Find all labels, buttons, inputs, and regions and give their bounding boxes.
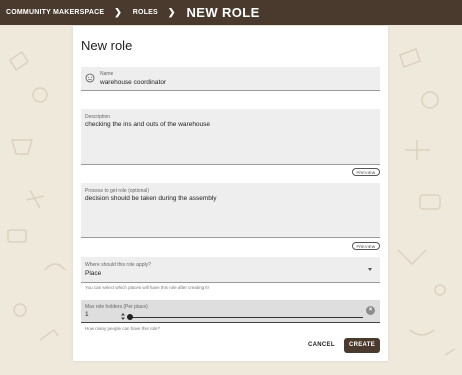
create-button[interactable]: CREATE <box>344 338 380 353</box>
cancel-button[interactable]: CANCEL <box>308 342 335 348</box>
max-holders-helper: How many people can have this role? <box>85 326 161 331</box>
max-holders-label: Max role holders (Per place) <box>85 304 148 310</box>
process-value: decision should be taken during the asse… <box>85 195 217 202</box>
clear-icon[interactable]: × <box>366 306 375 315</box>
name-label: Name <box>100 71 114 77</box>
applies-to-select[interactable]: Where should this role apply? Place <box>81 257 380 283</box>
new-role-card: New role Name warehouse coordinator Desc… <box>73 26 388 361</box>
number-stepper-icon[interactable] <box>120 312 126 321</box>
face-icon <box>85 73 95 83</box>
slider-thumb[interactable] <box>127 314 133 320</box>
applies-to-value: Place <box>85 270 102 277</box>
page-title: NEW ROLE <box>186 5 260 20</box>
form-title: New role <box>81 38 133 53</box>
name-field[interactable]: Name warehouse coordinator <box>81 67 380 91</box>
process-preview-button[interactable]: PREVIEW <box>352 242 380 250</box>
description-field[interactable]: Description checking the ins and outs of… <box>81 109 380 165</box>
max-holders-field[interactable]: Max role holders (Per place) 1 × <box>81 300 380 323</box>
process-field[interactable]: Process to get role (optional) decision … <box>81 183 380 238</box>
breadcrumb-roles[interactable]: ROLES <box>133 9 158 16</box>
chevron-right-icon: ❯ <box>167 7 176 17</box>
dropdown-arrow-icon <box>368 268 372 271</box>
breadcrumb-community[interactable]: COMMUNITY MAKERSPACE <box>6 9 104 16</box>
chevron-right-icon: ❯ <box>114 7 122 17</box>
applies-to-helper: You can select which places will have th… <box>85 285 209 290</box>
slider-track[interactable] <box>131 317 363 318</box>
max-holders-value[interactable]: 1 <box>85 311 89 318</box>
name-value: warehouse coordinator <box>100 79 167 86</box>
description-value: checking the ins and outs of the warehou… <box>85 121 211 128</box>
top-bar: COMMUNITY MAKERSPACE ❯ ROLES ❯ NEW ROLE <box>0 0 462 25</box>
applies-to-label: Where should this role apply? <box>85 262 151 268</box>
process-label: Process to get role (optional) <box>85 188 149 194</box>
description-preview-button[interactable]: PREVIEW <box>352 168 380 176</box>
description-label: Description <box>85 114 111 120</box>
